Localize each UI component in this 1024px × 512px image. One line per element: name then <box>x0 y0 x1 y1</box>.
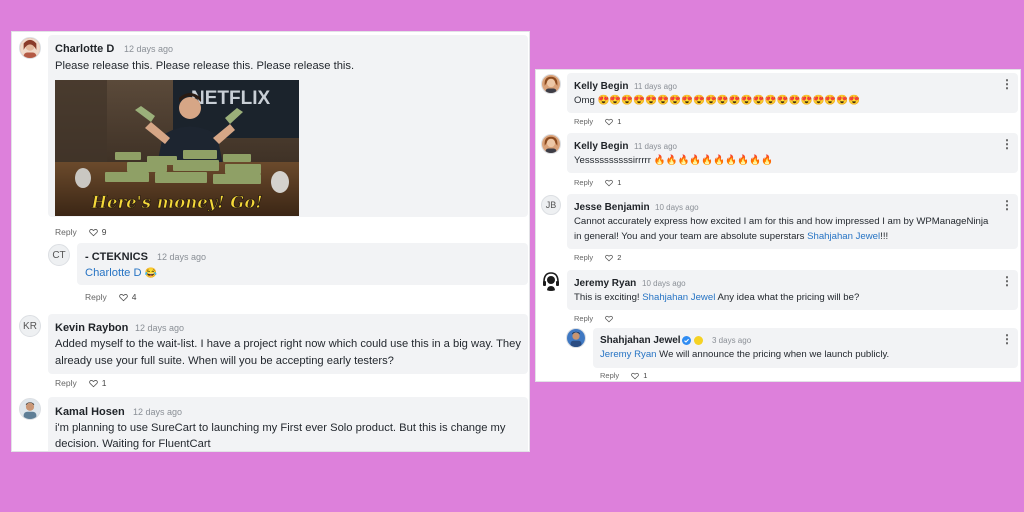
comment-author[interactable]: Kamal Hosen <box>55 406 125 418</box>
reply-button[interactable]: Reply <box>574 253 593 262</box>
avatar-initials: KR <box>23 320 37 332</box>
more-options-icon[interactable]: ⋮ <box>1001 199 1013 211</box>
comment-text-line: Cannot accurately express how excited I … <box>574 216 989 227</box>
reply-button[interactable]: Reply <box>574 314 593 323</box>
more-options-icon[interactable]: ⋮ <box>1001 78 1013 90</box>
reply-button[interactable]: Reply <box>574 178 593 187</box>
more-options-icon[interactable]: ⋮ <box>1001 275 1013 287</box>
mention-link[interactable]: Shahjahan Jewel <box>642 292 715 303</box>
heart-icon[interactable] <box>631 372 640 380</box>
like-count: 1 <box>617 178 622 187</box>
comment-actions: Reply <box>574 314 614 323</box>
avatar-cteknics[interactable]: CT <box>48 244 70 266</box>
comment-actions: Reply 1 <box>600 371 647 380</box>
avatar-initials: CT <box>52 249 66 261</box>
comments-panel-left: Charlotte D 12 days ago Please release t… <box>11 31 530 452</box>
mention-link[interactable]: Charlotte D <box>85 267 142 279</box>
comment-text: Charlotte D 😂 <box>85 265 157 282</box>
heart-icon[interactable] <box>605 315 614 323</box>
comment-actions: Reply 2 <box>574 253 621 262</box>
emoji: 😂 <box>144 268 158 279</box>
heart-icon[interactable] <box>88 228 98 237</box>
comment-author[interactable]: Kelly Begin <box>574 141 628 152</box>
comment-author[interactable]: Shahjahan Jewel <box>600 335 681 346</box>
comment-timestamp: 12 days ago <box>133 407 183 417</box>
verified-badge-icon <box>682 336 691 345</box>
like-count: 1 <box>643 371 648 380</box>
reply-button[interactable]: Reply <box>55 227 77 237</box>
more-options-icon[interactable]: ⋮ <box>1001 333 1013 345</box>
heart-icon[interactable] <box>605 118 614 126</box>
reply-button[interactable]: Reply <box>574 117 593 126</box>
comment-timestamp: 10 days ago <box>642 279 686 288</box>
heart-icon[interactable] <box>118 293 128 302</box>
comment-text-line: in general! You and your team are absolu… <box>574 229 888 244</box>
gif-image[interactable]: NETFLIX Here's money! Go! <box>55 80 299 216</box>
like-count: 1 <box>101 378 107 388</box>
like-count: 2 <box>617 253 622 262</box>
avatar-kevin-raybon[interactable]: KR <box>19 315 41 337</box>
avatar-kelly-begin[interactable] <box>541 74 561 94</box>
text-segment: This is exciting! <box>574 292 643 303</box>
comment-timestamp: 12 days ago <box>157 252 207 262</box>
comment-text: Jeremy Ryan We will announce the pricing… <box>600 347 889 362</box>
comment-timestamp: 11 days ago <box>634 142 677 151</box>
comment-timestamp: 10 days ago <box>655 203 699 212</box>
comment-actions: Reply 4 <box>85 292 136 302</box>
comment-author[interactable]: - CTEKNICS <box>85 251 148 263</box>
comment-author[interactable]: Kelly Begin <box>574 81 628 92</box>
comment-timestamp: 12 days ago <box>135 323 185 333</box>
comment-author[interactable]: Jesse Benjamin <box>574 202 650 213</box>
comments-panel-right: Kelly Begin 11 days ago ⋮ Omg 😍😍😍😍😍😍😍😍😍😍… <box>535 69 1021 382</box>
comment-text-line: decision. Waiting for FluentCart <box>55 438 211 450</box>
comment-text: Omg 😍😍😍😍😍😍😍😍😍😍😍😍😍😍😍😍😍😍😍😍😍😍 <box>574 95 861 106</box>
avatar-shahjahan-jewel[interactable] <box>566 328 586 348</box>
like-count: 9 <box>101 227 107 237</box>
comment-actions: Reply 1 <box>55 378 106 388</box>
text-segment: We will announce the pricing when we lau… <box>656 349 890 360</box>
status-dot-icon <box>694 336 703 345</box>
gif-netflix-sign: NETFLIX <box>191 88 270 109</box>
gif-caption: Here's money! Go! <box>90 193 262 212</box>
like-count: 4 <box>131 292 137 302</box>
comment-actions: Reply 9 <box>55 227 106 237</box>
heart-icon[interactable] <box>88 379 98 388</box>
reply-button[interactable]: Reply <box>55 378 77 388</box>
comment-timestamp: 3 days ago <box>712 336 752 345</box>
avatar-initials: JB <box>545 200 557 210</box>
comment-author[interactable]: Kevin Raybon <box>55 322 128 334</box>
more-options-icon[interactable]: ⋮ <box>1001 138 1013 150</box>
headset-avatar-icon[interactable] <box>541 271 561 291</box>
avatar-kelly-begin[interactable] <box>541 134 561 154</box>
comment-timestamp: 11 days ago <box>634 82 677 91</box>
text-segment: !!! <box>880 231 889 242</box>
comment-actions: Reply 1 <box>574 117 621 126</box>
mention-link[interactable]: Shahjahan Jewel <box>807 231 880 242</box>
mention-link[interactable]: Jeremy Ryan <box>600 349 657 360</box>
comment-text-line: i'm planning to use SureCart to launchin… <box>55 422 506 434</box>
heart-icon[interactable] <box>605 254 614 262</box>
comment-text-line: already use your full suite. When will y… <box>55 355 394 367</box>
like-count: 1 <box>617 117 622 126</box>
avatar-kamal-hosen[interactable] <box>19 398 41 420</box>
reply-button[interactable]: Reply <box>85 292 107 302</box>
comment-author[interactable]: Jeremy Ryan <box>574 278 636 289</box>
comment-text: Yessssssssssirrrrr 🔥🔥🔥🔥🔥🔥🔥🔥🔥🔥 <box>574 155 774 166</box>
heart-icon[interactable] <box>605 179 614 187</box>
text-segment: in general! You and your team are absolu… <box>574 231 808 242</box>
reply-button[interactable]: Reply <box>600 371 619 380</box>
avatar-jesse-benjamin[interactable]: JB <box>541 195 561 215</box>
comment-text: This is exciting! Shahjahan Jewel Any id… <box>574 290 859 305</box>
avatar-charlotte-d[interactable] <box>19 37 41 59</box>
comment-text-line: Added myself to the wait-list. I have a … <box>55 338 521 350</box>
comment-author[interactable]: Charlotte D <box>55 43 114 55</box>
text-segment: Any idea what the pricing will be? <box>715 292 860 303</box>
comment-actions: Reply 1 <box>574 178 621 187</box>
comment-timestamp: 12 days ago <box>124 44 174 54</box>
comment-text: Please release this. Please release this… <box>55 60 355 72</box>
